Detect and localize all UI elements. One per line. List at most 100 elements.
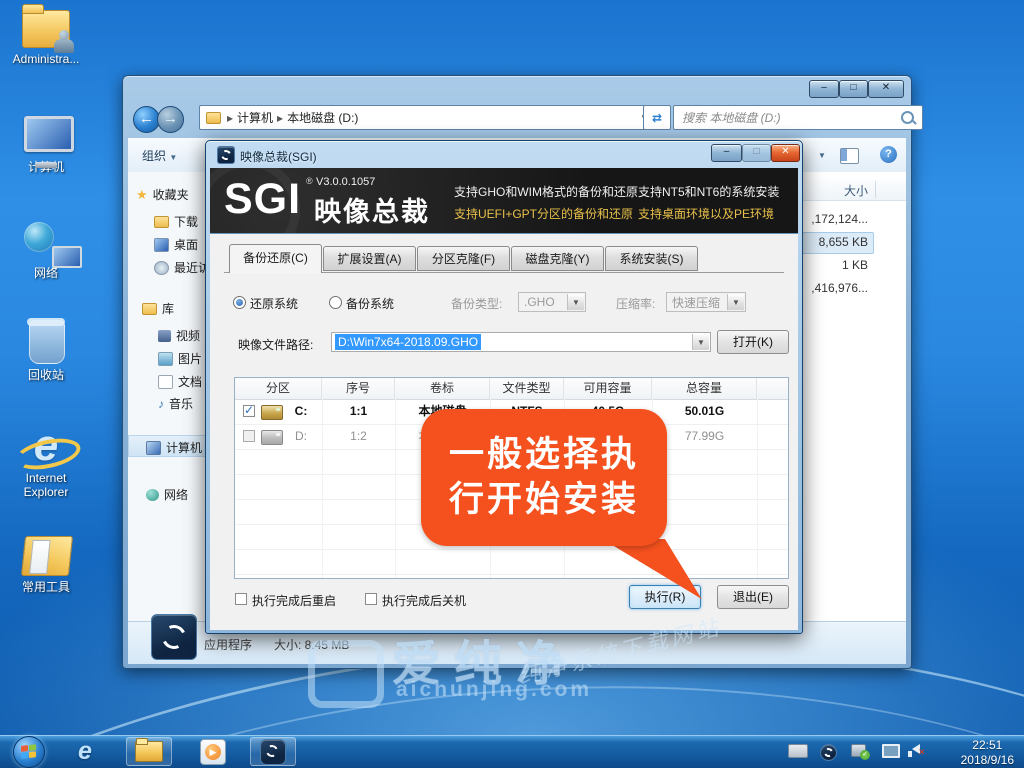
sidebar-label: 图片 xyxy=(178,350,202,367)
row-d-checkbox[interactable] xyxy=(243,430,255,442)
search-input[interactable]: 搜索 本地磁盘 (D:) xyxy=(673,105,923,130)
restore-system-label[interactable]: 还原系统 xyxy=(250,295,298,312)
tab-backup-restore[interactable]: 备份还原(C) xyxy=(229,244,322,273)
sidebar-item-videos[interactable]: 视频 xyxy=(158,327,200,344)
search-placeholder: 搜索 本地磁盘 (D:) xyxy=(682,109,781,126)
desktop-icon-administrator[interactable]: Administra... xyxy=(2,10,90,67)
backup-system-radio[interactable] xyxy=(329,296,342,309)
col-header-free[interactable]: 可用容量 xyxy=(564,378,652,399)
sidebar-item-network[interactable]: 网络 xyxy=(146,486,188,503)
forward-button[interactable]: → xyxy=(157,106,184,133)
col-header-filesystem[interactable]: 文件类型 xyxy=(490,378,564,399)
help-icon[interactable]: ? xyxy=(880,146,897,163)
reboot-after-label[interactable]: 执行完成后重启 xyxy=(252,592,336,609)
dialog-close-button[interactable]: ✕ xyxy=(771,144,800,162)
compression-select[interactable]: 快速压缩 ▼ xyxy=(666,292,746,312)
shutdown-after-checkbox[interactable] xyxy=(365,593,377,605)
restore-system-radio[interactable] xyxy=(233,296,246,309)
views-dropdown-icon[interactable]: ▼ xyxy=(818,151,826,160)
taskbar-sgi-button[interactable] xyxy=(250,737,296,766)
taskbar-ie-button[interactable]: e xyxy=(62,737,108,766)
sidebar-item-libraries[interactable]: 库 xyxy=(142,300,174,317)
sgi-file-icon xyxy=(151,614,197,660)
tray-volume-muted-icon[interactable] xyxy=(912,744,920,754)
sidebar-label: 计算机 xyxy=(166,439,202,456)
column-separator[interactable] xyxy=(875,181,876,198)
partition-table-header: 分区 序号 卷标 文件类型 可用容量 总容量 xyxy=(235,378,788,400)
taskbar-explorer-button[interactable] xyxy=(126,737,172,766)
sidebar-item-computer[interactable]: 计算机 xyxy=(146,439,202,456)
libraries-icon xyxy=(142,303,157,315)
dialog-icon xyxy=(217,146,235,164)
pictures-icon xyxy=(158,352,173,366)
sidebar-item-favorites[interactable]: ★收藏夹 xyxy=(136,186,189,203)
brand-product-name: 映像总裁 xyxy=(314,190,430,229)
drive-icon xyxy=(261,405,283,420)
sidebar-item-documents[interactable]: 文档 xyxy=(158,373,202,390)
tray-network-icon[interactable] xyxy=(882,744,900,758)
refresh-button[interactable]: ⇄ xyxy=(643,105,671,130)
col-header-index[interactable]: 序号 xyxy=(322,378,395,399)
recycle-bin-icon xyxy=(29,320,65,364)
backup-type-value: .GHO xyxy=(524,295,555,309)
sidebar-item-desktop[interactable]: 桌面 xyxy=(154,236,198,253)
preview-pane-icon[interactable] xyxy=(840,148,859,164)
desktop-icon xyxy=(154,238,169,252)
tab-partition-clone[interactable]: 分区克隆(F) xyxy=(417,246,510,271)
feature-text: 支持NT5和NT6的系统安装 xyxy=(638,183,779,200)
tray-usb-icon[interactable] xyxy=(851,744,866,757)
breadcrumb-current[interactable]: 本地磁盘 (D:) xyxy=(287,109,358,126)
organize-button[interactable]: 组织 ▼ xyxy=(142,147,177,164)
explorer-maximize-button[interactable]: □ xyxy=(839,80,868,98)
desktop-icon-recycle-bin[interactable]: 回收站 xyxy=(2,320,90,383)
desktop-icon-tools[interactable]: 常用工具 xyxy=(2,536,90,595)
reboot-after-checkbox[interactable] xyxy=(235,593,247,605)
recent-places-icon xyxy=(154,261,169,275)
tab-extended-settings[interactable]: 扩展设置(A) xyxy=(323,246,416,271)
sidebar-label: 桌面 xyxy=(174,236,198,253)
search-icon[interactable] xyxy=(901,111,914,124)
admin-person-icon xyxy=(54,39,74,53)
desktop-icon-internet-explorer[interactable]: e Internet Explorer xyxy=(2,424,90,500)
breadcrumb-root[interactable]: 计算机 xyxy=(237,109,273,126)
tab-disk-clone[interactable]: 磁盘克隆(Y) xyxy=(511,246,604,271)
back-button[interactable]: ← xyxy=(133,106,160,133)
col-header-partition[interactable]: 分区 xyxy=(235,378,322,399)
image-path-combobox[interactable]: D:\Win7x64-2018.09.GHO ▼ xyxy=(331,332,711,352)
network-icon xyxy=(146,489,159,501)
dialog-minimize-button[interactable]: – xyxy=(711,144,742,162)
desktop-icon-computer[interactable]: 计算机 xyxy=(2,116,90,175)
sidebar-item-pictures[interactable]: 图片 xyxy=(158,350,202,367)
size-column-header[interactable]: 大小 xyxy=(844,182,868,199)
music-note-icon: ♪ xyxy=(158,397,164,411)
desktop-icon-network[interactable]: 网络 xyxy=(2,222,90,281)
shutdown-after-label[interactable]: 执行完成后关机 xyxy=(382,592,466,609)
tray-keyboard-icon[interactable] xyxy=(788,744,808,758)
open-button[interactable]: 打开(K) xyxy=(717,330,789,354)
tab-system-install[interactable]: 系统安装(S) xyxy=(605,246,698,271)
taskbar-clock[interactable]: 22:51 2018/9/16 xyxy=(961,738,1014,768)
address-bar[interactable]: ▸ 计算机 ▸ 本地磁盘 (D:) ▼ xyxy=(199,105,655,130)
sidebar-label: 收藏夹 xyxy=(153,186,189,203)
sidebar-label: 网络 xyxy=(164,486,188,503)
videos-icon xyxy=(158,330,171,342)
cell-index: 1:2 xyxy=(322,424,395,449)
taskbar-media-player-button[interactable]: ▶ xyxy=(190,737,236,766)
desktop: Administra... 计算机 网络 回收站 e Internet Expl… xyxy=(0,0,1024,768)
col-header-total[interactable]: 总容量 xyxy=(652,378,757,399)
desktop-icon-label: 常用工具 xyxy=(2,581,90,595)
explorer-minimize-button[interactable]: – xyxy=(809,80,839,98)
sidebar-item-music[interactable]: ♪音乐 xyxy=(158,395,193,412)
backup-type-select[interactable]: .GHO ▼ xyxy=(518,292,586,312)
row-c-checkbox[interactable] xyxy=(243,405,255,417)
callout-bubble: 一般选择执 行开始安装 xyxy=(421,409,667,546)
explorer-close-button[interactable]: ✕ xyxy=(868,80,904,98)
col-header-volume[interactable]: 卷标 xyxy=(395,378,490,399)
documents-icon xyxy=(158,375,173,389)
tray-sgi-icon[interactable] xyxy=(820,744,837,761)
backup-system-label[interactable]: 备份系统 xyxy=(346,295,394,312)
start-button[interactable] xyxy=(6,737,52,766)
sidebar-item-downloads[interactable]: 下载 xyxy=(154,213,198,230)
exit-button[interactable]: 退出(E) xyxy=(717,585,789,609)
feature-text: 支持桌面环境以及PE环境 xyxy=(638,205,774,222)
